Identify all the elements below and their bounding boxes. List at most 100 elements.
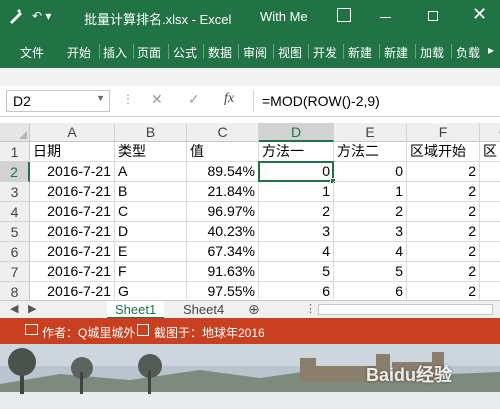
cell-d3[interactable]: 1: [259, 182, 334, 202]
sheet-tab-sheet4[interactable]: Sheet4: [175, 301, 232, 319]
user-name[interactable]: With Me: [260, 9, 308, 24]
cell-g5[interactable]: [480, 222, 500, 242]
cell-g2[interactable]: [480, 162, 500, 182]
cell-c8[interactable]: 97.55%: [187, 282, 259, 300]
tab-home[interactable]: 开始: [67, 44, 91, 61]
cell-g6[interactable]: [480, 242, 500, 262]
formula-input[interactable]: =MOD(ROW()-2,9): [253, 90, 497, 112]
tab-new-2[interactable]: 新建: [384, 44, 408, 61]
cell-b3[interactable]: B: [115, 182, 187, 202]
cell-g3[interactable]: [480, 182, 500, 202]
cell-c1[interactable]: 值: [187, 142, 259, 162]
cell-e7[interactable]: 5: [334, 262, 407, 282]
cell-f1[interactable]: 区域开始: [407, 142, 480, 162]
cell-f4[interactable]: 2: [407, 202, 480, 222]
cell-g1[interactable]: 区: [480, 142, 500, 162]
cell-b5[interactable]: D: [115, 222, 187, 242]
add-sheet-icon[interactable]: ⊕: [248, 301, 260, 318]
cell-e6[interactable]: 4: [334, 242, 407, 262]
cell-f7[interactable]: 2: [407, 262, 480, 282]
cell-b2[interactable]: A: [115, 162, 187, 182]
column-header-a[interactable]: A: [30, 123, 115, 142]
ribbon-scroll-right-icon[interactable]: ▸: [488, 43, 494, 57]
row-header-8[interactable]: 8: [0, 282, 30, 300]
cell-e2[interactable]: 0: [334, 162, 407, 182]
cell-e4[interactable]: 2: [334, 202, 407, 222]
tab-data[interactable]: 数据: [208, 44, 232, 61]
cell-c5[interactable]: 40.23%: [187, 222, 259, 242]
cell-g4[interactable]: [480, 202, 500, 222]
tab-developer[interactable]: 开发: [313, 44, 337, 61]
cell-c7[interactable]: 91.63%: [187, 262, 259, 282]
cell-b6[interactable]: E: [115, 242, 187, 262]
cell-g7[interactable]: [480, 262, 500, 282]
row-header-5[interactable]: 5: [0, 222, 30, 242]
cell-d4[interactable]: 2: [259, 202, 334, 222]
chevron-down-icon[interactable]: ▼: [96, 93, 105, 103]
cell-c4[interactable]: 96.97%: [187, 202, 259, 222]
tab-insert[interactable]: 插入: [103, 44, 127, 61]
column-header-e[interactable]: E: [334, 123, 407, 142]
maximize-icon[interactable]: [428, 11, 438, 21]
horizontal-scrollbar[interactable]: [318, 304, 493, 315]
cell-b4[interactable]: C: [115, 202, 187, 222]
cell-a8[interactable]: 2016-7-21: [30, 282, 115, 300]
tab-load[interactable]: 负载: [456, 44, 480, 61]
sheet-tab-sheet1[interactable]: Sheet1: [107, 301, 165, 319]
cell-b1[interactable]: 类型: [115, 142, 187, 162]
cell-d8[interactable]: 6: [259, 282, 334, 300]
ribbon-display-options-icon[interactable]: [337, 8, 351, 22]
column-header-b[interactable]: B: [115, 123, 187, 142]
sheet-prev-icon[interactable]: ◀: [10, 302, 18, 315]
cell-d2[interactable]: 0: [259, 162, 334, 182]
tab-review[interactable]: 审阅: [243, 44, 267, 61]
cell-e3[interactable]: 1: [334, 182, 407, 202]
row-header-2[interactable]: 2: [0, 162, 30, 182]
cell-e8[interactable]: 6: [334, 282, 407, 300]
tab-formulas[interactable]: 公式: [173, 44, 197, 61]
cell-c3[interactable]: 21.84%: [187, 182, 259, 202]
quick-access-toolbar[interactable]: ↶ ▾: [32, 9, 51, 23]
cell-b8[interactable]: G: [115, 282, 187, 300]
column-header-g[interactable]: G: [480, 123, 500, 142]
cell-c6[interactable]: 67.34%: [187, 242, 259, 262]
select-all-corner[interactable]: [0, 123, 30, 142]
cell-a4[interactable]: 2016-7-21: [30, 202, 115, 222]
cell-f3[interactable]: 2: [407, 182, 480, 202]
cell-c2[interactable]: 89.54%: [187, 162, 259, 182]
column-header-f[interactable]: F: [407, 123, 480, 142]
row-header-4[interactable]: 4: [0, 202, 30, 222]
close-icon[interactable]: ✕: [472, 4, 487, 24]
cell-a5[interactable]: 2016-7-21: [30, 222, 115, 242]
cell-d5[interactable]: 3: [259, 222, 334, 242]
insert-function-icon[interactable]: fx: [224, 91, 234, 107]
cell-f2[interactable]: 2: [407, 162, 480, 182]
cell-f5[interactable]: 2: [407, 222, 480, 242]
tab-new-1[interactable]: 新建: [348, 44, 372, 61]
cell-d6[interactable]: 4: [259, 242, 334, 262]
cell-f8[interactable]: 2: [407, 282, 480, 300]
name-box[interactable]: D2 ▼: [6, 90, 110, 112]
column-header-c[interactable]: C: [187, 123, 259, 142]
tab-addins[interactable]: 加载: [420, 44, 444, 61]
cell-a1[interactable]: 日期: [30, 142, 115, 162]
cancel-icon[interactable]: ✕: [151, 91, 163, 108]
tab-file[interactable]: 文件: [20, 44, 44, 61]
formula-bar-resize-handle[interactable]: ⋮: [122, 92, 134, 106]
row-header-6[interactable]: 6: [0, 242, 30, 262]
cell-f6[interactable]: 2: [407, 242, 480, 262]
cell-a3[interactable]: 2016-7-21: [30, 182, 115, 202]
row-header-7[interactable]: 7: [0, 262, 30, 282]
cell-b7[interactable]: F: [115, 262, 187, 282]
tab-page-layout[interactable]: 页面: [137, 44, 161, 61]
cell-d1[interactable]: 方法一: [259, 142, 334, 162]
row-header-3[interactable]: 3: [0, 182, 30, 202]
tab-view[interactable]: 视图: [278, 44, 302, 61]
cell-e1[interactable]: 方法二: [334, 142, 407, 162]
cell-d7[interactable]: 5: [259, 262, 334, 282]
row-header-1[interactable]: 1: [0, 142, 30, 162]
sheet-next-icon[interactable]: ▶: [28, 302, 36, 315]
column-header-d[interactable]: D: [259, 123, 334, 142]
enter-icon[interactable]: ✓: [188, 91, 200, 108]
cell-a2[interactable]: 2016-7-21: [30, 162, 115, 182]
